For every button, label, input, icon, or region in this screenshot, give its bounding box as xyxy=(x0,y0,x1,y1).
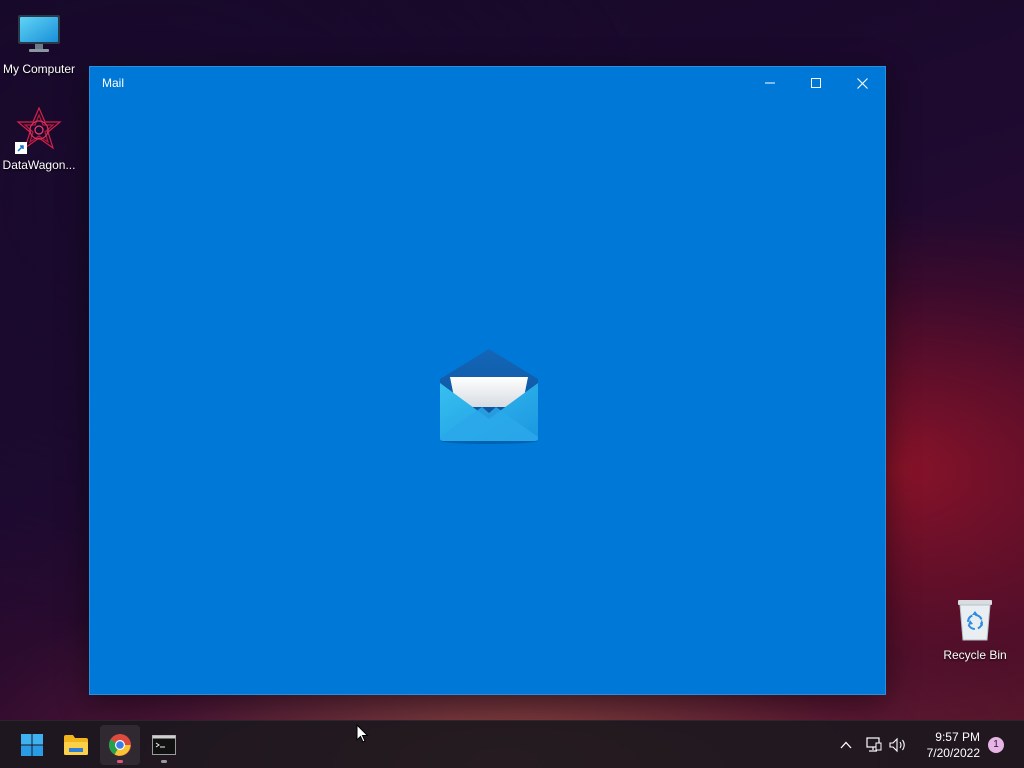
running-indicator xyxy=(117,760,123,763)
volume-button[interactable] xyxy=(887,721,909,768)
datawagon-app-icon xyxy=(15,106,63,154)
desktop-icon-label: Recycle Bin xyxy=(943,648,1007,662)
mouse-cursor-icon xyxy=(356,724,369,743)
taskbar-clock[interactable]: 9:57 PM 7/20/2022 xyxy=(910,729,980,761)
minimize-button[interactable] xyxy=(747,67,793,99)
mail-window[interactable]: Mail xyxy=(89,66,886,695)
network-button[interactable] xyxy=(862,721,884,768)
tray-overflow-button[interactable] xyxy=(836,721,856,768)
taskbar-terminal[interactable] xyxy=(144,725,184,765)
desktop-icon-recycle-bin[interactable]: Recycle Bin xyxy=(935,596,1015,662)
terminal-icon xyxy=(152,735,176,755)
maximize-icon xyxy=(811,78,821,88)
taskbar: 9:57 PM 7/20/2022 1 xyxy=(0,720,1024,768)
desktop-icon-label: My Computer xyxy=(2,62,76,76)
desktop-icon-datawagon[interactable]: DataWagon... xyxy=(0,106,79,172)
window-titlebar[interactable]: Mail xyxy=(90,67,885,99)
desktop-icon-my-computer[interactable]: My Computer xyxy=(0,10,79,76)
recycle-bin-icon xyxy=(951,596,999,644)
close-icon xyxy=(856,77,868,89)
mail-envelope-icon xyxy=(440,349,538,444)
window-title: Mail xyxy=(102,76,125,90)
minimize-icon xyxy=(765,82,775,84)
clock-date: 7/20/2022 xyxy=(926,746,980,760)
folder-icon xyxy=(64,735,88,755)
start-button[interactable] xyxy=(12,725,52,765)
shortcut-arrow-icon xyxy=(15,142,27,154)
close-button[interactable] xyxy=(839,67,885,99)
clock-time: 9:57 PM xyxy=(935,730,980,744)
chevron-up-icon xyxy=(840,741,852,749)
desktop-icon-label: DataWagon... xyxy=(2,158,76,172)
volume-icon xyxy=(889,737,905,753)
maximize-button[interactable] xyxy=(793,67,839,99)
network-icon xyxy=(866,737,882,752)
taskbar-file-explorer[interactable] xyxy=(56,725,96,765)
monitor-icon xyxy=(15,10,63,58)
chrome-icon xyxy=(109,734,131,756)
running-indicator xyxy=(161,760,167,763)
taskbar-chrome[interactable] xyxy=(100,725,140,765)
windows-start-icon xyxy=(21,734,43,756)
notification-badge[interactable]: 1 xyxy=(988,737,1004,753)
